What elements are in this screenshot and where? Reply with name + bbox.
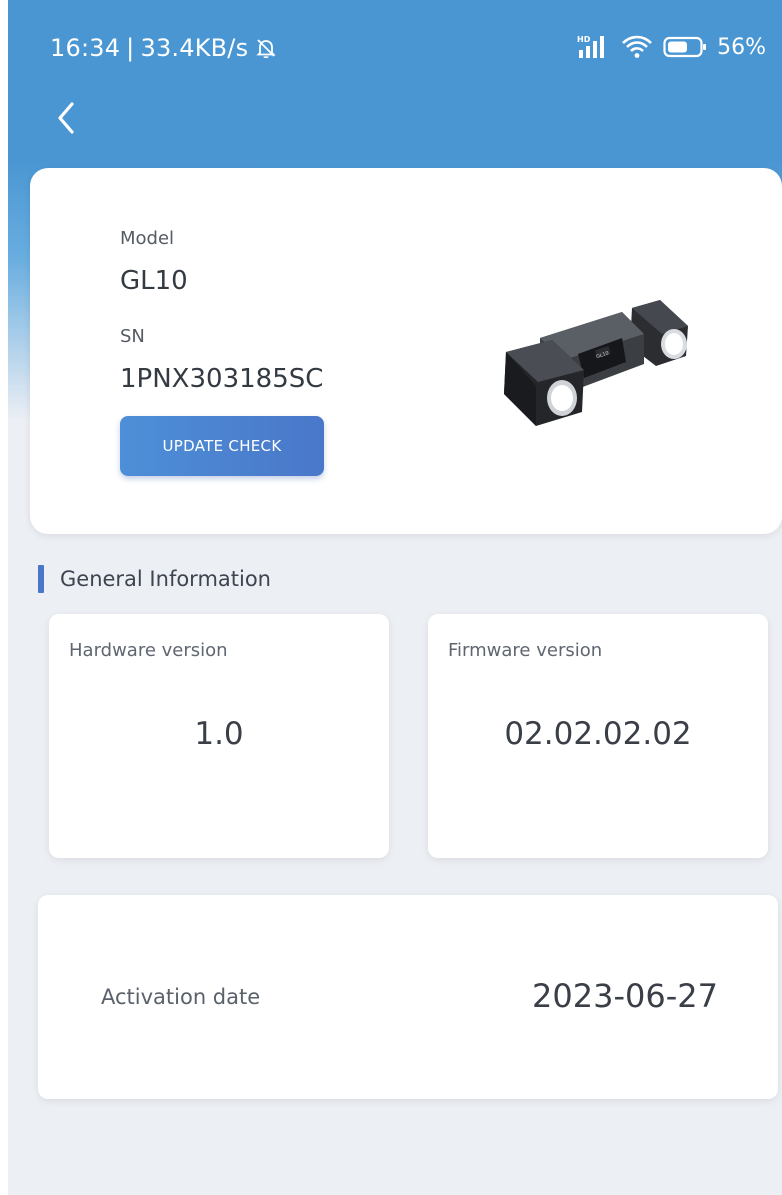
battery-percent: 56%	[717, 34, 766, 60]
section-accent-bar	[38, 565, 44, 593]
general-info-title: General Information	[60, 567, 271, 591]
battery-icon	[663, 35, 707, 59]
general-info-header: General Information	[38, 564, 271, 594]
back-button[interactable]	[44, 96, 88, 140]
sn-value: 1PNX303185SC	[120, 364, 324, 394]
model-label: Model	[120, 228, 175, 249]
signal-hd-badge: HD	[577, 35, 591, 44]
bell-off-icon	[254, 36, 278, 60]
hardware-version-value: 1.0	[194, 716, 244, 752]
update-check-button[interactable]: UPDATE CHECK	[120, 416, 324, 476]
hardware-version-label: Hardware version	[69, 640, 228, 661]
chevron-left-icon	[54, 101, 78, 135]
status-left: 16:34 | 33.4KB/s	[50, 34, 278, 62]
model-value: GL10	[120, 266, 188, 296]
status-time: 16:34	[50, 34, 121, 62]
sn-label: SN	[120, 326, 145, 347]
firmware-version-card: Firmware version 02.02.02.02	[428, 614, 768, 858]
status-net-speed: 33.4KB/s	[140, 34, 249, 62]
activation-date-card: Activation date 2023-06-27	[38, 895, 778, 1099]
status-separator: |	[126, 34, 135, 62]
activation-date-label: Activation date	[101, 985, 261, 1009]
device-card: Model GL10 SN 1PNX303185SC UPDATE CHECK …	[30, 168, 782, 534]
cellular-signal-icon: HD	[577, 34, 611, 60]
wifi-icon	[621, 34, 653, 60]
status-bar: 16:34 | 33.4KB/s HD 56%	[0, 0, 782, 90]
firmware-version-label: Firmware version	[448, 640, 603, 661]
status-right: HD 56%	[577, 34, 766, 60]
device-info-screen: 16:34 | 33.4KB/s HD 56% Model GL10 SN 1P…	[0, 0, 782, 1195]
activation-date-value: 2023-06-27	[532, 977, 718, 1015]
firmware-version-value: 02.02.02.02	[504, 716, 692, 752]
device-image: GL10	[492, 290, 722, 440]
hardware-version-card: Hardware version 1.0	[49, 614, 389, 858]
